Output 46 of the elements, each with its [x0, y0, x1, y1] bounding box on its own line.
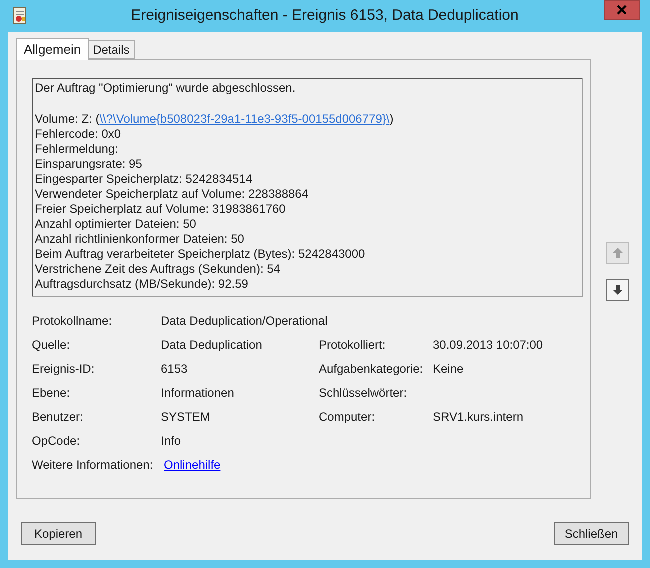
- field-label: Benutzer:: [32, 410, 84, 424]
- field-label: Ebene:: [32, 386, 70, 400]
- field-label: OpCode:: [32, 434, 80, 448]
- copy-button[interactable]: Kopieren: [21, 522, 96, 545]
- up-arrow-icon: [612, 247, 624, 259]
- field-label: Weitere Informationen:: [32, 458, 154, 472]
- event-log-icon: [12, 7, 28, 25]
- field-label: Computer:: [319, 410, 376, 424]
- message-text: Beim Auftrag verarbeiteter Speicherplatz (Bytes): 5242843000: [35, 247, 366, 262]
- tab[interactable]: Details: [89, 40, 135, 59]
- message-text: Verwendeter Speicherplatz auf Volume: 228388864: [35, 187, 310, 202]
- volume-link[interactable]: \\?\Volume{b508023f-29a1-11e3-93f5-00155d006779}\: [100, 112, 390, 126]
- tab[interactable]: Allgemein: [16, 38, 90, 60]
- message-text: Anzahl optimierter Dateien: 50: [35, 217, 198, 232]
- message-text: Einsparungsrate: 95: [35, 157, 144, 172]
- field-value: Informationen: [161, 386, 234, 400]
- field-value: Info: [161, 434, 182, 448]
- message-text: Der Auftrag "Optimierung" wurde abgeschlossen.: [35, 81, 297, 96]
- message-text: Eingesparter Speicherplatz: 5242834514: [35, 172, 254, 187]
- message-text: Auftragsdurchsatz (MB/Sekunde): 92.59: [35, 277, 250, 292]
- field-label: Schlüsselwörter:: [319, 386, 408, 400]
- message-text: Verstrichene Zeit des Auftrags (Sekunden): 54: [35, 262, 282, 277]
- help-link[interactable]: Onlinehilfe: [164, 458, 221, 472]
- down-arrow-icon: [612, 284, 624, 296]
- window-title: Ereigniseigenschaften - Ereignis 6153, Data Deduplication: [130, 6, 520, 26]
- message-text: Freier Speicherplatz auf Volume: 31983861760: [35, 202, 287, 217]
- field-value: Data Deduplication/Operational: [161, 314, 328, 328]
- message-text: Volume: Z: (\\?\Volume{b508023f-29a1-11e3-93f5-00155d006779}\): [35, 112, 395, 127]
- message-text: Fehlercode: 0x0: [35, 127, 122, 142]
- close-dialog-button[interactable]: Schließen: [554, 522, 629, 545]
- field-label: Ereignis-ID:: [32, 362, 95, 376]
- field-value: Data Deduplication: [161, 338, 262, 352]
- field-label: Quelle:: [32, 338, 70, 352]
- message-text: Anzahl richtlinienkonformer Dateien: 50: [35, 232, 246, 247]
- field-value: 6153: [161, 362, 188, 376]
- message-text: Fehlermeldung:: [35, 142, 120, 157]
- close-button[interactable]: [604, 0, 640, 20]
- field-value: SRV1.kurs.intern: [433, 410, 524, 424]
- field-label: Protokolliert:: [319, 338, 386, 352]
- field-label: Protokollname:: [32, 314, 112, 328]
- next-button[interactable]: [606, 279, 629, 301]
- field-value: Keine: [433, 362, 464, 376]
- field-label: Aufgabenkategorie:: [319, 362, 424, 376]
- close-icon: [617, 5, 627, 15]
- field-value: SYSTEM: [161, 410, 210, 424]
- field-value: 30.09.2013 10:07:00: [433, 338, 544, 352]
